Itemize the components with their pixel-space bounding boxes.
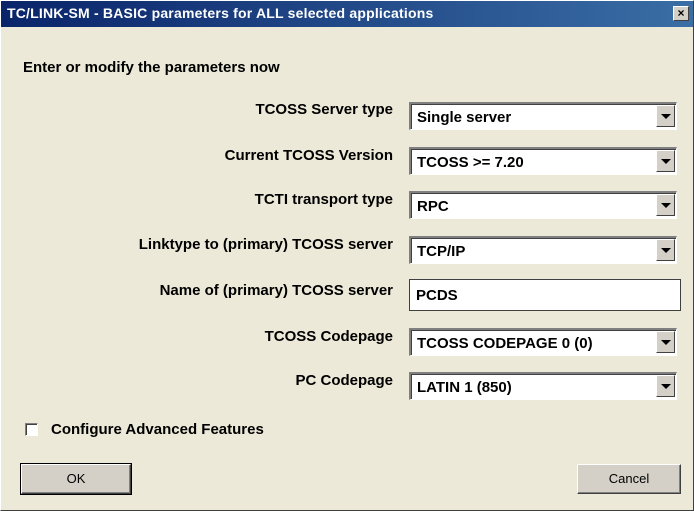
intro-text: Enter or modify the parameters now xyxy=(23,59,280,76)
tcoss-codepage-label: TCOSS Codepage xyxy=(264,328,393,345)
advanced-features-checkbox[interactable] xyxy=(25,423,38,436)
title-bar[interactable]: TC/LINK-SM - BASIC parameters for ALL se… xyxy=(1,1,693,27)
tcoss-version-value: TCOSS >= 7.20 xyxy=(417,154,524,171)
chevron-down-icon xyxy=(661,340,671,345)
linktype-label: Linktype to (primary) TCOSS server xyxy=(138,236,393,253)
server-name-value: PCDS xyxy=(416,287,458,304)
dialog-window: TC/LINK-SM - BASIC parameters for ALL se… xyxy=(0,0,694,511)
linktype-select[interactable]: TCP/IP xyxy=(409,236,677,264)
tcoss-codepage-value: TCOSS CODEPAGE 0 (0) xyxy=(417,335,593,352)
tcoss-version-select[interactable]: TCOSS >= 7.20 xyxy=(409,147,677,175)
tcoss-codepage-select[interactable]: TCOSS CODEPAGE 0 (0) xyxy=(409,328,677,356)
server-type-dropdown-button[interactable] xyxy=(656,105,675,127)
pc-codepage-dropdown-button[interactable] xyxy=(656,375,675,397)
chevron-down-icon xyxy=(661,248,671,253)
server-type-value: Single server xyxy=(417,109,512,126)
close-icon[interactable]: × xyxy=(673,6,689,21)
tcoss-codepage-dropdown-button[interactable] xyxy=(656,331,675,353)
tcoss-version-dropdown-button[interactable] xyxy=(656,150,675,172)
chevron-down-icon xyxy=(661,114,671,119)
tcti-transport-value: RPC xyxy=(417,198,449,215)
window-title: TC/LINK-SM - BASIC parameters for ALL se… xyxy=(7,5,434,21)
chevron-down-icon xyxy=(661,159,671,164)
ok-button[interactable]: OK xyxy=(20,463,132,495)
advanced-features-label[interactable]: Configure Advanced Features xyxy=(51,421,264,438)
pc-codepage-label: PC Codepage xyxy=(295,372,393,389)
cancel-button[interactable]: Cancel xyxy=(577,464,681,494)
tcoss-version-label: Current TCOSS Version xyxy=(224,147,393,164)
linktype-value: TCP/IP xyxy=(417,243,466,260)
tcti-transport-label: TCTI transport type xyxy=(254,191,393,208)
pc-codepage-select[interactable]: LATIN 1 (850) xyxy=(409,372,677,400)
chevron-down-icon xyxy=(661,203,671,208)
server-name-label: Name of (primary) TCOSS server xyxy=(159,282,393,299)
chevron-down-icon xyxy=(661,384,671,389)
server-name-input[interactable]: PCDS xyxy=(409,279,681,311)
linktype-dropdown-button[interactable] xyxy=(656,239,675,261)
tcti-transport-select[interactable]: RPC xyxy=(409,191,677,219)
server-type-label: TCOSS Server type xyxy=(255,101,393,118)
server-type-select[interactable]: Single server xyxy=(409,102,677,130)
tcti-transport-dropdown-button[interactable] xyxy=(656,194,675,216)
pc-codepage-value: LATIN 1 (850) xyxy=(417,379,512,396)
